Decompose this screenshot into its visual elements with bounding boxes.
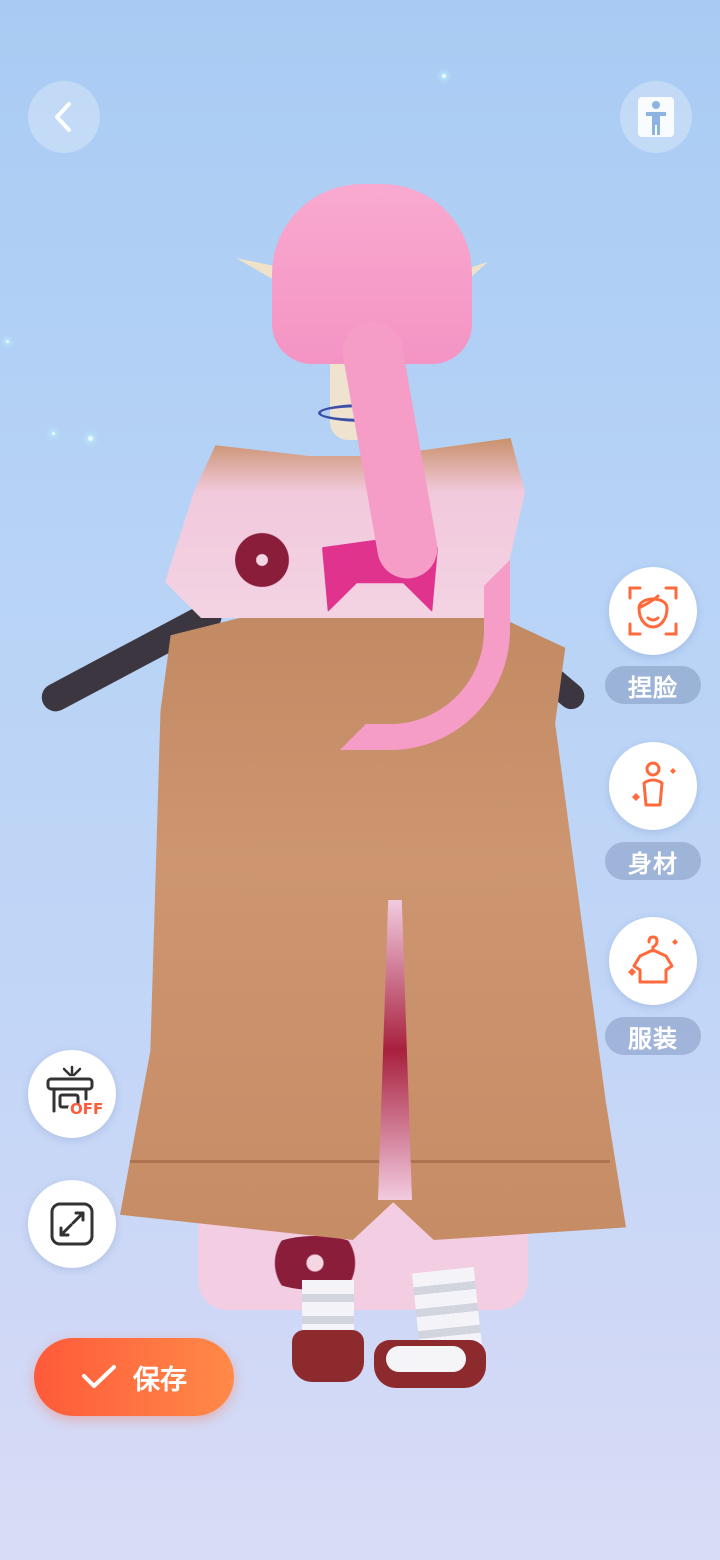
stand-toggle-button[interactable]: OFF bbox=[28, 1050, 116, 1138]
face-edit-button[interactable] bbox=[609, 567, 697, 655]
standing-person-icon bbox=[638, 97, 674, 137]
face-icon bbox=[628, 586, 678, 636]
avatar-right-sock-tip bbox=[386, 1346, 466, 1372]
outfit-label: 服装 bbox=[605, 1017, 701, 1055]
avatar-coat-hem-line bbox=[130, 1160, 610, 1163]
check-icon bbox=[81, 1364, 117, 1390]
face-edit-label: 捏脸 bbox=[605, 666, 701, 704]
fullscreen-button[interactable] bbox=[28, 1180, 116, 1268]
body-icon bbox=[632, 761, 676, 807]
avatar-editor-screen: 捏脸 身材 服装 OFF 保存 bbox=[0, 0, 720, 1560]
outfit-button[interactable] bbox=[609, 917, 697, 1005]
hanger-shirt-icon bbox=[628, 935, 678, 984]
back-button[interactable] bbox=[28, 81, 100, 153]
save-label: 保存 bbox=[133, 1364, 187, 1396]
save-button[interactable]: 保存 bbox=[34, 1338, 234, 1416]
body-shape-button[interactable] bbox=[609, 742, 697, 830]
stand-toggle-badge: OFF bbox=[70, 1100, 104, 1118]
chevron-left-icon bbox=[55, 102, 71, 132]
avatar-shoulder-flower bbox=[226, 532, 298, 588]
expand-icon bbox=[50, 1202, 94, 1246]
avatar-left-sandal bbox=[292, 1330, 364, 1382]
body-shape-label: 身材 bbox=[605, 842, 701, 880]
body-view-button[interactable] bbox=[620, 81, 692, 153]
